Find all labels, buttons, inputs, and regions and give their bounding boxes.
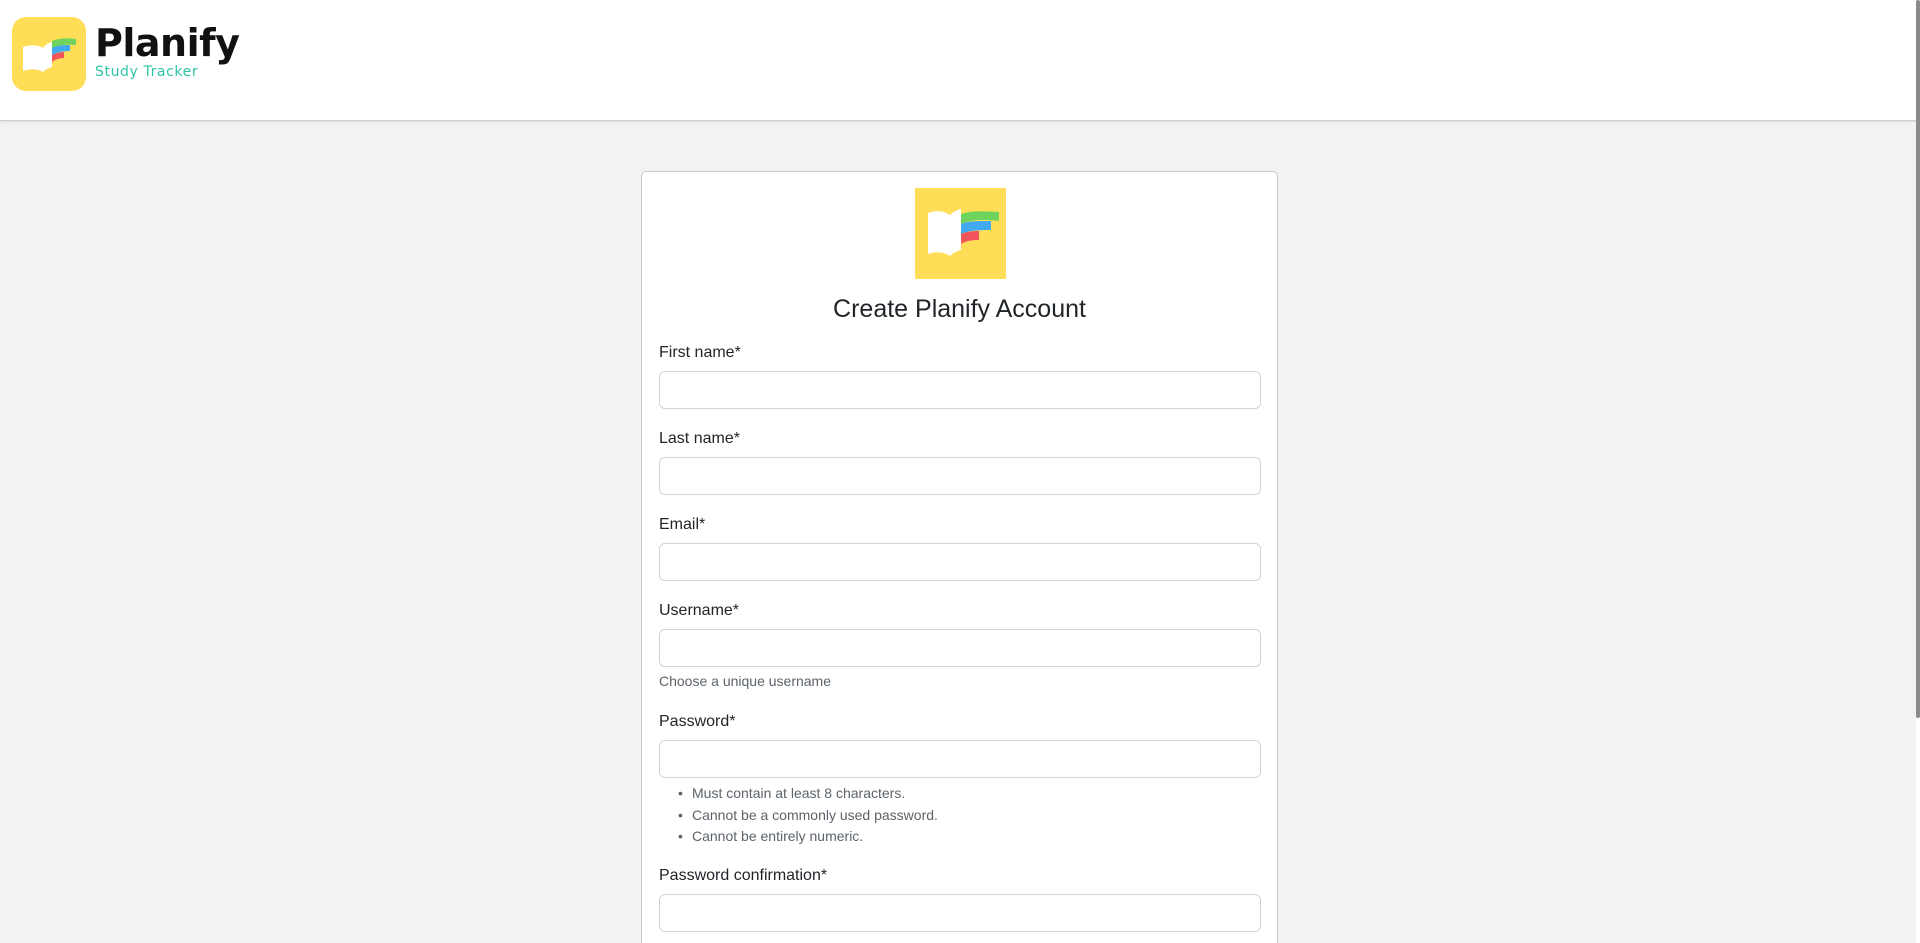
brand-tagline: Study Tracker bbox=[95, 64, 199, 80]
signup-card: Create Planify Account First name* Last … bbox=[641, 171, 1278, 943]
password-confirmation-input[interactable] bbox=[659, 894, 1261, 932]
brand-link[interactable]: Planify Study Tracker bbox=[12, 17, 240, 91]
planify-logo-icon bbox=[12, 17, 86, 91]
page-title: Create Planify Account bbox=[833, 295, 1086, 323]
scrollbar-thumb[interactable] bbox=[1916, 0, 1920, 718]
first-name-label: First name* bbox=[659, 344, 741, 361]
username-label: Username* bbox=[659, 602, 740, 619]
email-input[interactable] bbox=[659, 543, 1261, 581]
username-help-text: Choose a unique username bbox=[659, 673, 832, 689]
email-label: Email* bbox=[659, 516, 706, 533]
password-rule: Cannot be entirely numeric. bbox=[678, 826, 938, 848]
brand-name: Planify bbox=[95, 21, 240, 65]
password-rules-list: Must contain at least 8 characters. Cann… bbox=[678, 783, 938, 848]
top-navbar: Planify Study Tracker bbox=[0, 0, 1916, 121]
last-name-label: Last name* bbox=[659, 430, 740, 447]
password-input[interactable] bbox=[659, 740, 1261, 778]
last-name-input[interactable] bbox=[659, 457, 1261, 495]
password-confirmation-label: Password confirmation* bbox=[659, 867, 828, 884]
password-rule: Cannot be a commonly used password. bbox=[678, 805, 938, 827]
brand-text: Planify Study Tracker bbox=[95, 21, 240, 80]
username-input[interactable] bbox=[659, 629, 1261, 667]
planify-card-logo-icon bbox=[915, 188, 1006, 279]
password-rule: Must contain at least 8 characters. bbox=[678, 783, 938, 805]
password-label: Password* bbox=[659, 713, 736, 730]
page-scrollbar[interactable] bbox=[1916, 0, 1920, 943]
first-name-input[interactable] bbox=[659, 371, 1261, 409]
